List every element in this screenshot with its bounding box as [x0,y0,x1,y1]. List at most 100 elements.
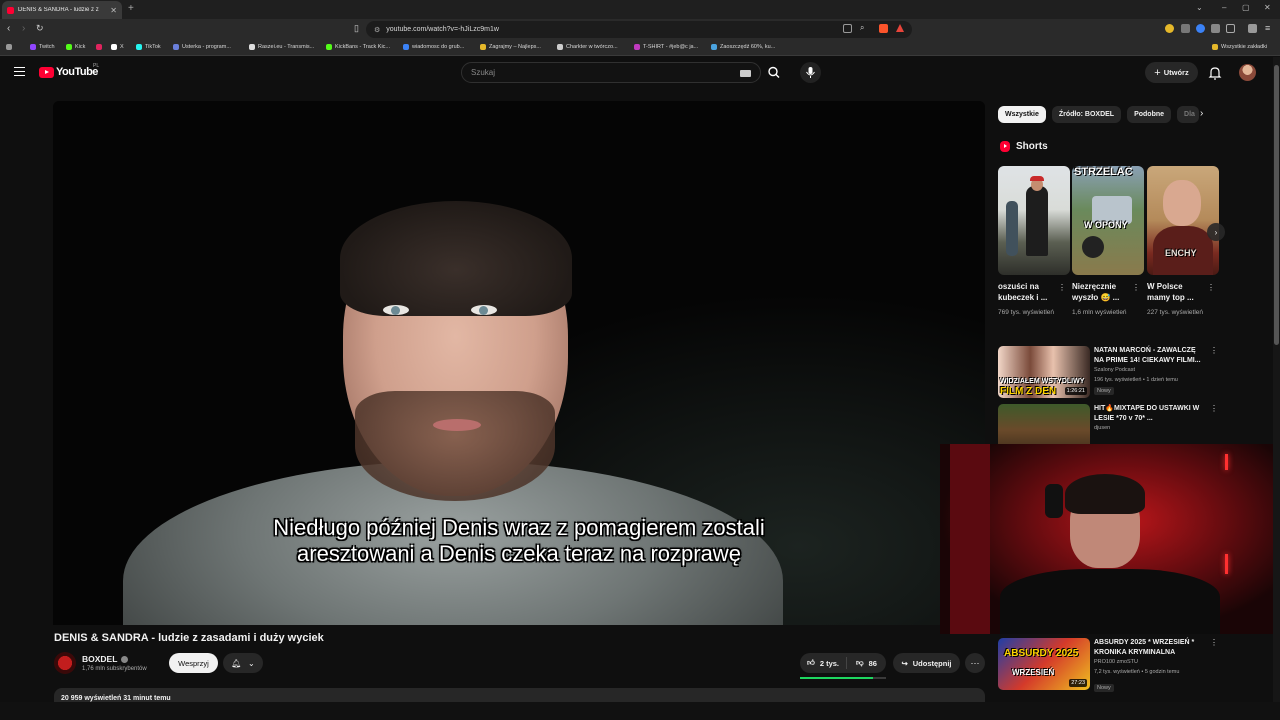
chips-next-icon[interactable]: › [1200,108,1203,119]
extension-vpn-icon[interactable] [1196,24,1205,33]
extension-coin-icon[interactable] [1165,24,1174,33]
video-thumbnail[interactable]: WIDZIAŁEM WSTYDLIWY FILM Z DEN 1:26:21 [998,346,1090,398]
channel-name[interactable]: BOXDEL [82,654,129,664]
site-info-icon[interactable]: ⚙ [374,26,380,34]
support-button[interactable]: Wesprzyj [169,653,218,673]
bookmark-item[interactable]: wiadomosc do grub... [403,44,464,50]
video-channel[interactable]: PRO100 zmoSTU [1094,659,1138,665]
user-avatar[interactable] [1239,64,1256,81]
video-menu-icon[interactable]: ⋮ [1210,346,1218,355]
youtube-play-logo-icon [39,66,54,78]
short-thumbnail[interactable]: ENCHY [1147,166,1219,275]
bookmark-item[interactable]: Usterka - program... [173,44,231,50]
search-button[interactable] [762,62,786,83]
bookmark-item[interactable]: TikTok [136,44,161,50]
bookmark-item[interactable]: Zaoszczędź 60%, ku... [711,44,775,50]
short-card[interactable]: oszuści na kubeczek i ... 769 tys. wyświ… [998,166,1070,318]
short-menu-icon[interactable]: ⋮ [1132,283,1140,292]
bookmark-item[interactable]: Charkter w twórczo... [557,44,618,50]
video-thumbnail[interactable]: ABSURDY 2025 WRZESIEŃ 27:23 [998,638,1090,690]
youtube-logo[interactable]: YouTube PL [39,63,99,78]
create-button[interactable]: + Utwórz [1145,62,1198,83]
extension-icon[interactable] [1181,24,1190,33]
url-bar[interactable]: ⚙ youtube.com/watch?v=-hJiLzc9m1w [366,21,912,38]
forward-icon[interactable]: › [22,23,25,34]
short-menu-icon[interactable]: ⋮ [1058,283,1066,292]
reload-icon[interactable]: ↻ [36,23,44,34]
media-icon[interactable] [1248,24,1257,33]
voice-search-button[interactable] [800,62,821,83]
channel-avatar[interactable] [54,652,76,674]
scrollbar-thumb[interactable] [1274,65,1279,345]
minimize-icon[interactable]: – [1222,3,1226,12]
short-thumbnail[interactable]: STRZELAĆ W OPONY [1072,166,1144,275]
thumbnail-overlay-text: WRZESIEŃ [1012,668,1055,677]
video-channel[interactable]: djusen [1094,425,1110,431]
browser-tab[interactable]: DENIS & SANDRA - ludzie z z ✕ [2,1,122,19]
page-scrollbar[interactable] [1273,57,1280,702]
sidebar-toggle-icon[interactable] [1226,24,1235,33]
bookmark-item[interactable]: KickBans - Track Kic... [326,44,390,50]
back-icon[interactable]: ‹ [7,23,10,34]
notifications-bell-icon[interactable] [1208,66,1222,80]
short-card[interactable]: ENCHY W Polsce mamy top ... 227 tys. wyś… [1147,166,1219,318]
bookmark-item[interactable]: Raszei.eu - Transmis... [249,44,314,50]
bookmark-item[interactable] [96,44,105,50]
short-thumbnail[interactable] [998,166,1070,275]
window-close-icon[interactable]: ✕ [1264,3,1271,12]
keyboard-icon[interactable] [740,70,751,77]
dislike-button[interactable]: 👎︎ 86 [847,658,886,668]
logo-text: YouTube [56,66,98,78]
recommended-video[interactable]: WIDZIAŁEM WSTYDLIWY FILM Z DEN 1:26:21 N… [998,346,1224,400]
apps-grid-icon[interactable] [6,44,15,50]
maximize-icon[interactable]: ▢ [1242,3,1250,12]
tab-search-icon[interactable]: ⌄ [1196,3,1203,12]
chip-for-you[interactable]: Dla [1177,106,1200,123]
like-button[interactable]: 👍︎ 2 tys. [800,657,847,669]
channel-name-text: BOXDEL [82,654,118,664]
verified-badge-icon [121,655,129,663]
webcam-chair [950,444,990,634]
video-menu-icon[interactable]: ⋮ [1210,638,1218,647]
search-icon [768,66,780,78]
bookmark-item[interactable]: T-SHIRT - #jeb@c ja... [634,44,698,50]
chip-related[interactable]: Podobne [1127,106,1172,123]
bookmark-item[interactable]: Zagrajmy – Najleps... [480,44,541,50]
brave-rewards-icon[interactable] [896,24,904,32]
menu-icon[interactable]: ≡ [1265,23,1270,33]
short-card[interactable]: STRZELAĆ W OPONY Niezręcznie wyszło 😅 ..… [1072,166,1144,318]
short-menu-icon[interactable]: ⋮ [1207,283,1215,292]
new-tab-button[interactable]: + [128,3,134,14]
streamer-webcam-overlay [940,444,1280,634]
bookmark-page-icon[interactable]: ▯ [354,23,359,34]
bookmark-item[interactable]: X [111,44,124,50]
bookmark-item[interactable]: Kick [66,44,85,50]
all-bookmarks-folder[interactable]: Wszystkie zakładki [1212,44,1267,50]
subscription-bell-button[interactable]: 🔔︎ ⌄ [223,653,263,673]
shorts-next-button[interactable]: › [1207,223,1225,241]
views-and-date: 20 959 wyświetleń 31 minut temu [61,695,171,702]
video-thumbnail[interactable] [998,404,1090,444]
zoom-icon[interactable]: ⌕ [860,23,864,33]
video-channel[interactable]: Szalony Podcast [1094,367,1135,373]
like-count: 2 tys. [819,658,840,668]
brave-shields-icon[interactable] [879,24,888,33]
webcam-person-shirt [1000,569,1220,634]
share-button[interactable]: ↪ Udostępnij [893,653,960,673]
more-actions-button[interactable]: ⋯ [965,653,985,673]
extension-puzzle-icon[interactable] [1211,24,1220,33]
chip-source[interactable]: Źródło: BOXDEL [1051,106,1122,123]
video-player[interactable]: Niedługo później Denis wraz z pomagierem… [53,101,985,625]
chip-all[interactable]: Wszystkie [998,106,1046,123]
webcam-person-hair [1065,474,1145,514]
recommended-video[interactable]: HIT🔥MIXTAPE DO USTAWKI W LESIE *70 v 70*… [998,404,1224,444]
guide-menu-icon[interactable] [14,67,25,76]
close-tab-icon[interactable]: ✕ [110,6,117,15]
bookmark-item[interactable]: Twitch [30,44,55,50]
install-app-icon[interactable] [843,24,852,33]
video-menu-icon[interactable]: ⋮ [1210,404,1218,413]
search-input[interactable]: Szukaj [461,62,761,83]
like-ratio-fill [800,677,874,679]
filter-chips: Wszystkie Źródło: BOXDEL Podobne Dla [998,106,1200,123]
recommended-video[interactable]: ABSURDY 2025 WRZESIEŃ 27:23 ABSURDY 2025… [998,638,1224,692]
